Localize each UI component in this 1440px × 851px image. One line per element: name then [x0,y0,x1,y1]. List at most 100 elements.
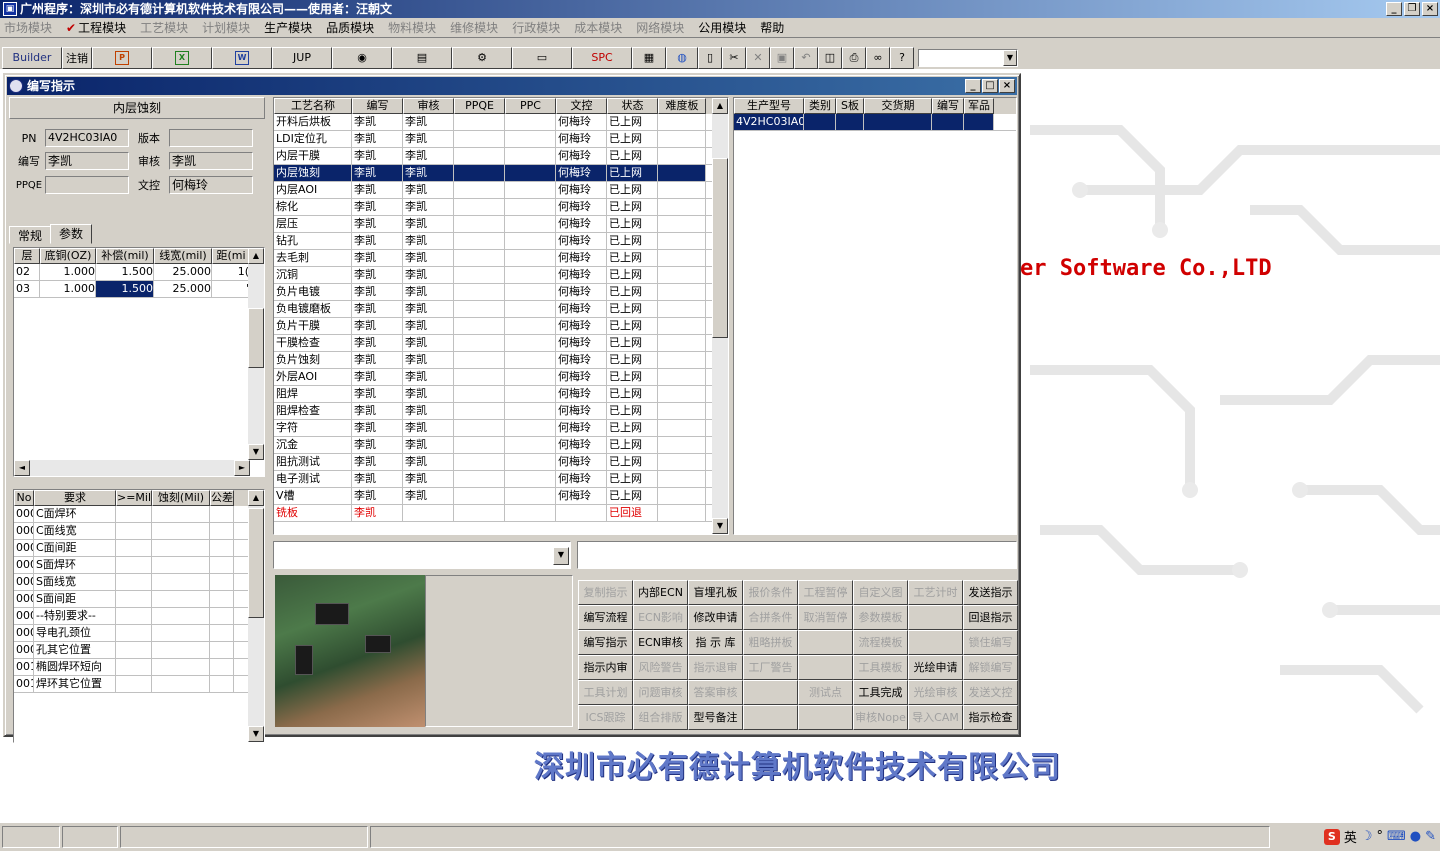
table-row[interactable]: 干膜检查 李凯 李凯 何梅玲 已上网 [274,335,728,352]
restore-button[interactable]: ❐ [1404,2,1420,16]
column-header[interactable]: 难度板 [658,98,706,114]
action-button[interactable]: 合拼条件 [743,605,798,630]
action-button[interactable]: ECN影响 [633,605,688,630]
action-button[interactable]: 盲埋孔板 [688,580,743,605]
table-row[interactable]: 001焊环其它位置 [14,676,264,693]
find-button[interactable]: ∞ [866,46,890,69]
scroll-up-icon[interactable]: ▲ [248,490,264,506]
menu-item[interactable]: 生产模块 [264,19,312,36]
toolbar-combo[interactable]: ▼ [918,48,1018,67]
chevron-down-icon[interactable]: ▼ [553,547,569,565]
column-header[interactable]: 蚀刻(Mil) [152,490,210,506]
scroll-thumb[interactable] [712,158,728,338]
column-header[interactable]: 状态 [607,98,658,114]
menu-item[interactable]: 网络模块 [636,19,684,36]
table-row[interactable]: 负片电镀 李凯 李凯 何梅玲 已上网 [274,284,728,301]
process-vscroll[interactable]: ▲ ▼ [712,98,728,534]
table-row[interactable]: 负电镀磨板 李凯 李凯 何梅玲 已上网 [274,301,728,318]
table-row[interactable]: 层压 李凯 李凯 何梅玲 已上网 [274,216,728,233]
action-button[interactable]: 指示退审 [688,655,743,680]
table-row[interactable]: 去毛刺 李凯 李凯 何梅玲 已上网 [274,250,728,267]
action-button[interactable]: 导入CAM [908,705,963,730]
user-icon[interactable]: ● [1410,829,1421,844]
table-row[interactable]: 阻抗测试 李凯 李凯 何梅玲 已上网 [274,454,728,471]
params-vscroll[interactable]: ▲ ▼ [248,248,264,460]
requirements-vscroll[interactable]: ▲ ▼ [248,490,264,742]
action-button[interactable]: 参数模板 [853,605,908,630]
action-button[interactable]: 风险警告 [633,655,688,680]
child-maximize-button[interactable]: □ [982,79,998,93]
wrench-icon[interactable]: ✎ [1425,829,1436,844]
menu-item[interactable]: 维修模块 [450,19,498,36]
calc-button[interactable]: ▦ [632,46,666,69]
action-button[interactable]: 工艺计时 [908,580,963,605]
child-close-button[interactable]: × [999,79,1015,93]
table-row[interactable]: 02 1.000 1.500 25.000 1( [14,264,264,281]
undo-button[interactable]: ↶ [794,46,818,69]
action-button[interactable]: 自定义图 [853,580,908,605]
ppt-button[interactable]: P [92,46,152,69]
minimize-button[interactable]: _ [1386,2,1402,16]
table-row[interactable]: 内层蚀刻 李凯 李凯 何梅玲 已上网 [274,165,728,182]
sogou-icon[interactable]: S [1323,828,1340,845]
logout-button[interactable]: 注销 [62,46,92,69]
ppqe-field[interactable] [45,176,129,194]
action-button[interactable]: 型号备注 [688,705,743,730]
action-button[interactable]: 回退指示 [963,605,1018,630]
process-combo[interactable]: ▼ [273,541,571,569]
table-row[interactable]: 000导电孔颈位 [14,625,264,642]
scroll-down-icon[interactable]: ▼ [248,444,264,460]
spc-button[interactable]: SPC [572,46,632,69]
menu-item[interactable]: 品质模块 [326,19,374,36]
action-button[interactable]: 工厂警告 [743,655,798,680]
table-row[interactable]: 内层干膜 李凯 李凯 何梅玲 已上网 [274,148,728,165]
chevron-down-icon[interactable]: ▼ [1003,49,1017,66]
tab-params[interactable]: 参数 [50,224,93,244]
new-button[interactable]: ▯ [698,46,722,69]
table-row[interactable]: 000孔其它位置 [14,642,264,659]
column-header[interactable]: 层 [14,248,40,264]
column-header[interactable]: 编写 [352,98,403,114]
scroll-down-icon[interactable]: ▼ [712,518,728,534]
computer-button[interactable]: ▭ [512,46,572,69]
action-button[interactable]: 指 示 库 [688,630,743,655]
column-header[interactable]: 文控 [556,98,607,114]
action-button[interactable]: 编写流程 [578,605,633,630]
table-row[interactable]: 4V2HC03IA0 [734,114,1016,131]
action-button[interactable]: 发送指示 [963,580,1018,605]
scroll-right-icon[interactable]: ► [234,460,250,476]
jup-button[interactable]: JUP [272,46,332,69]
table-row[interactable]: 阻焊 李凯 李凯 何梅玲 已上网 [274,386,728,403]
action-button[interactable]: 组合排版 [633,705,688,730]
ime-mode[interactable]: 英 [1344,827,1357,846]
save-button[interactable]: ▣ [770,46,794,69]
action-button[interactable]: 答案审核 [688,680,743,705]
column-header[interactable]: >=Mil [116,490,152,506]
table-row[interactable]: 电子测试 李凯 李凯 何梅玲 已上网 [274,471,728,488]
table-row[interactable]: 字符 李凯 李凯 何梅玲 已上网 [274,420,728,437]
column-header[interactable]: No [14,490,34,506]
action-button[interactable]: 锁住编写 [963,630,1018,655]
table-row[interactable]: 001椭圆焊环短向 [14,659,264,676]
scroll-up-icon[interactable]: ▲ [248,248,264,264]
scroll-thumb[interactable] [248,308,264,368]
table-row[interactable]: 棕化 李凯 李凯 何梅玲 已上网 [274,199,728,216]
table-row[interactable]: V槽 李凯 李凯 何梅玲 已上网 [274,488,728,505]
table-row[interactable]: 负片蚀刻 李凯 李凯 何梅玲 已上网 [274,352,728,369]
action-button[interactable]: 复制指示 [578,580,633,605]
menu-item[interactable]: 市场模块 [4,19,52,36]
delete-button[interactable]: ✕ [746,46,770,69]
column-header[interactable]: 线宽(mil) [154,248,212,264]
action-button[interactable]: 发送文控 [963,680,1018,705]
action-button[interactable]: 指示检查 [963,705,1018,730]
params-hscroll[interactable]: ◄ ► [14,460,250,476]
menu-item[interactable]: 计划模块 [202,19,250,36]
table-row[interactable]: 阻焊检查 李凯 李凯 何梅玲 已上网 [274,403,728,420]
print-button[interactable]: ⎙ [842,46,866,69]
action-button[interactable]: 流程模板 [853,630,908,655]
table-row[interactable]: 钻孔 李凯 李凯 何梅玲 已上网 [274,233,728,250]
action-button[interactable]: 修改申请 [688,605,743,630]
table-row[interactable]: 000C面焊环 [14,506,264,523]
action-button[interactable]: ICS跟踪 [578,705,633,730]
action-button[interactable]: 问题审核 [633,680,688,705]
